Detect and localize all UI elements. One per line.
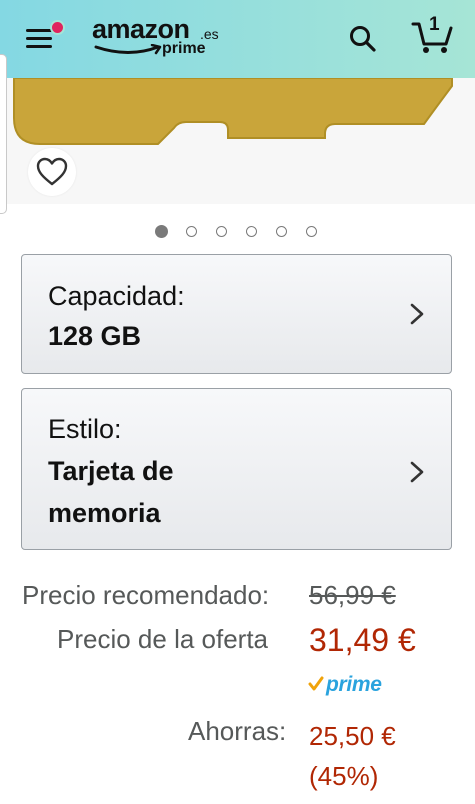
menu-icon <box>26 29 52 32</box>
carousel-dot[interactable] <box>246 226 257 237</box>
top-header: amazon .es prime 1 <box>0 0 475 78</box>
style-label: Estilo: <box>48 414 122 444</box>
style-value-line1: Tarjeta de <box>48 456 174 486</box>
carousel-dot[interactable] <box>216 226 227 237</box>
capacity-selector[interactable]: Capacidad: 128 GB <box>21 254 452 374</box>
chevron-right-icon <box>410 461 424 483</box>
notification-dot <box>50 20 65 35</box>
capacity-value: 128 GB <box>48 321 142 351</box>
logo-prime: prime <box>162 40 206 57</box>
savings-label: Ahorras: <box>188 716 287 746</box>
style-value-line2: memoria <box>48 498 161 528</box>
savings-value: 25,50 € (45%) <box>309 716 396 796</box>
recommended-price-label: Precio recomendado: <box>22 580 270 610</box>
amazon-logo[interactable]: amazon .es prime <box>92 14 222 60</box>
smile-arrow-icon <box>94 44 162 55</box>
menu-icon-bar <box>26 45 52 48</box>
offer-price-label: Precio de la oferta <box>57 624 269 654</box>
cart-button[interactable]: 1 <box>410 14 456 56</box>
style-selector[interactable]: Estilo: Tarjeta de memoria <box>21 388 452 550</box>
capacity-label: Capacidad: <box>48 281 185 311</box>
carousel-dot[interactable] <box>306 226 317 237</box>
carousel-dot[interactable] <box>155 225 168 238</box>
prime-text: prime <box>326 673 382 696</box>
search-icon <box>350 26 376 52</box>
carousel-dot[interactable] <box>276 226 287 237</box>
chevron-right-icon <box>410 303 424 325</box>
search-button[interactable] <box>348 24 378 54</box>
side-scroll-handle[interactable] <box>0 54 7 214</box>
heart-icon <box>36 157 68 186</box>
cart-count: 1 <box>429 14 440 35</box>
carousel-dot[interactable] <box>186 226 197 237</box>
offer-price-value: 31,49 € <box>309 622 416 658</box>
prime-check-icon <box>308 676 324 691</box>
image-carousel-dots <box>155 225 325 242</box>
savings-amount: 25,50 € <box>309 721 396 751</box>
savings-percent: (45%) <box>309 761 379 791</box>
recommended-price-value: 56,99 € <box>309 580 396 610</box>
wishlist-button[interactable] <box>28 148 76 196</box>
menu-icon-bar <box>26 37 52 40</box>
menu-button[interactable] <box>26 20 65 52</box>
